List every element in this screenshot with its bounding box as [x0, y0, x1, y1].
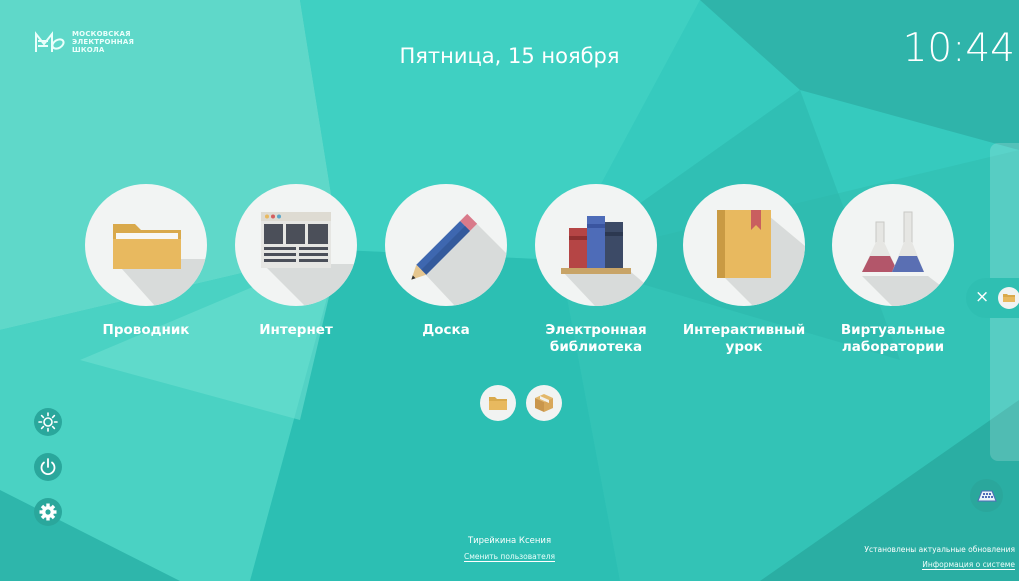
logo-line-1: МОСКОВСКАЯ — [72, 30, 131, 38]
power-button[interactable] — [34, 453, 62, 481]
folder-icon — [113, 224, 207, 306]
app-label-line1: Проводник — [102, 322, 190, 338]
updates-status: Установлены актуальные обновления — [864, 545, 1015, 554]
app-explorer[interactable]: Проводник — [84, 184, 208, 339]
keyboard-icon — [977, 490, 997, 502]
pencil-icon — [411, 213, 507, 306]
app-label-line1: Интернет — [259, 322, 333, 338]
app-library[interactable]: Электронная библиотека — [534, 184, 658, 356]
app-interactive-lesson-circle[interactable] — [683, 184, 805, 306]
book-icon — [717, 210, 805, 306]
app-interactive-lesson[interactable]: Интерактивный урок — [682, 184, 806, 356]
app-label-line2: библиотека — [549, 339, 643, 355]
app-whiteboard-circle[interactable] — [385, 184, 507, 306]
date-label: Пятница, 15 ноября — [399, 44, 620, 68]
app-virtual-labs-circle[interactable] — [832, 184, 954, 306]
pinned-package[interactable] — [526, 385, 562, 421]
folder-icon — [1003, 294, 1015, 302]
app-label-line1: Интерактивный — [682, 322, 806, 338]
app-explorer-circle[interactable] — [85, 184, 207, 306]
app-label-line2: урок — [725, 339, 763, 355]
flasks-icon — [862, 211, 954, 306]
browser-icon — [261, 212, 357, 306]
app-library-circle[interactable] — [535, 184, 657, 306]
system-status: Установлены актуальные обновления Информ… — [864, 545, 1015, 570]
clock: 10:44 — [902, 26, 1015, 71]
package-icon — [535, 394, 553, 412]
app-label-line1: Электронная — [545, 322, 647, 338]
app-label-line1: Виртуальные — [840, 322, 946, 338]
power-icon — [40, 458, 56, 476]
brightness-button[interactable] — [34, 408, 62, 436]
app-virtual-labs[interactable]: Виртуальные лаборатории — [831, 184, 955, 356]
brightness-icon — [38, 412, 58, 432]
folder-icon — [489, 397, 507, 410]
app-internet[interactable]: Интернет — [234, 184, 358, 339]
panel-folder[interactable] — [998, 287, 1019, 309]
close-icon[interactable]: × — [975, 287, 989, 307]
app-label-line1: Доска — [422, 322, 470, 338]
pinned-items — [480, 385, 562, 421]
gear-icon — [39, 503, 57, 521]
system-info-link[interactable]: Информация о системе — [922, 560, 1015, 570]
pinned-folder[interactable] — [480, 385, 516, 421]
app-internet-circle[interactable] — [235, 184, 357, 306]
app-whiteboard[interactable]: Доска — [384, 184, 508, 339]
app-label-line2: лаборатории — [841, 339, 945, 355]
change-user-link[interactable]: Сменить пользователя — [463, 552, 556, 562]
settings-button[interactable] — [34, 498, 62, 526]
keyboard-button[interactable] — [970, 479, 1003, 512]
books-icon — [561, 216, 657, 306]
side-panel-tab[interactable]: × — [966, 278, 1019, 318]
